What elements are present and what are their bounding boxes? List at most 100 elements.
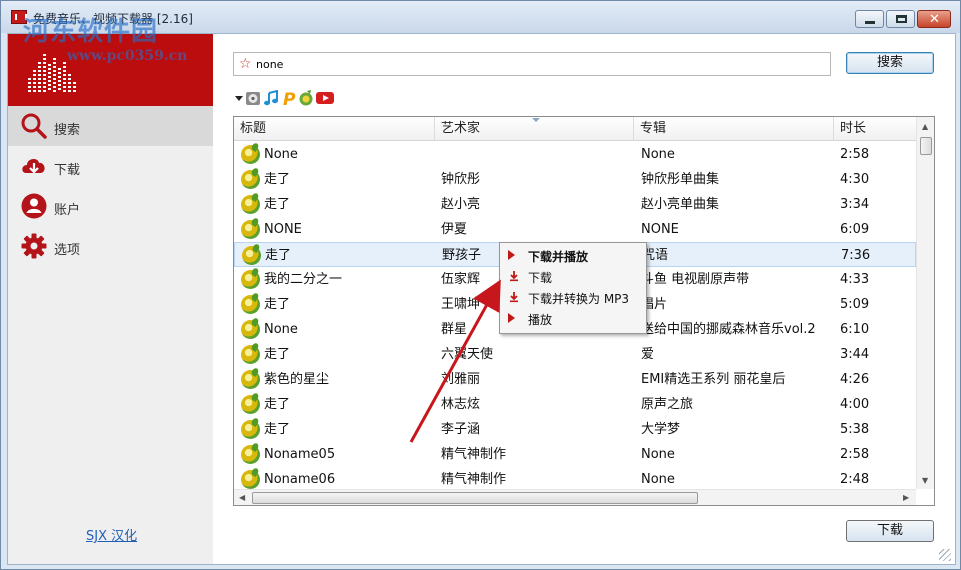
cell-artist: 林志炫: [441, 397, 481, 412]
minimize-button[interactable]: [855, 10, 884, 28]
mp3-source-icon[interactable]: [298, 90, 314, 106]
sidebar-item-download[interactable]: 下载: [8, 146, 213, 186]
download-button[interactable]: 下载: [846, 520, 934, 542]
svg-text:P: P: [283, 90, 296, 106]
close-icon: ✕: [929, 12, 940, 27]
cell-duration: 5:38: [840, 422, 870, 437]
cell-duration: 4:30: [840, 172, 870, 187]
cell-album: 赵小亮单曲集: [641, 197, 720, 212]
cell-album: 钟欣彤单曲集: [641, 172, 720, 187]
cell-artist: 赵小亮: [441, 197, 481, 212]
table-row[interactable]: Noname05 精气神制作 None 2:58: [234, 442, 916, 467]
search-button[interactable]: 搜索: [846, 52, 934, 74]
cell-album: 咒语: [642, 248, 669, 263]
cell-duration: 4:26: [840, 372, 870, 387]
watermark-text: 河东软件园: [23, 17, 159, 47]
sidebar-item-label: 搜索: [54, 123, 81, 138]
cell-album: None: [641, 447, 675, 462]
cell-title: NONE: [264, 222, 302, 237]
disc-icon[interactable]: [245, 90, 261, 106]
mp3-source-icon: [241, 270, 260, 289]
dropdown-arrow-icon[interactable]: [234, 90, 244, 106]
menu-item-label: 下载并播放: [528, 250, 589, 264]
maximize-icon: [896, 15, 907, 23]
scroll-left-icon[interactable]: ◀: [239, 493, 245, 502]
play-icon: [508, 312, 520, 324]
cell-duration: 4:33: [840, 272, 870, 287]
menu-item-download-and-play[interactable]: 下载并播放: [502, 245, 644, 266]
cell-album: None: [641, 147, 675, 162]
cell-album: 斗鱼 电视剧原声带: [641, 272, 750, 287]
pandora-icon[interactable]: P: [281, 90, 297, 106]
cell-title: 走了: [264, 422, 291, 437]
search-input[interactable]: [256, 55, 826, 73]
close-button[interactable]: ✕: [917, 10, 951, 28]
source-selector: P: [234, 90, 344, 108]
horizontal-scrollbar[interactable]: ◀ ▶: [234, 489, 916, 505]
sidebar-item-account[interactable]: 账户: [8, 186, 213, 226]
scroll-right-icon[interactable]: ▶: [903, 493, 909, 502]
mp3-source-icon: [242, 246, 261, 265]
table-row[interactable]: 走了 赵小亮 赵小亮单曲集 3:34: [234, 192, 916, 217]
table-row[interactable]: None None 2:58: [234, 142, 916, 167]
client-area: 搜索 下载 账户 选项 SJX 汉化 ☆ none 搜索 P 标题 艺术家 专辑…: [7, 33, 956, 565]
cell-album: EMI精选王系列 丽花皇后: [641, 372, 786, 387]
vertical-scrollbar[interactable]: ▲ ▼: [916, 117, 934, 489]
download-convert-icon: [510, 292, 518, 303]
table-row[interactable]: 走了 李子涵 大学梦 5:38: [234, 417, 916, 442]
table-row[interactable]: 紫色的星尘 刘雅丽 EMI精选王系列 丽花皇后 4:26: [234, 367, 916, 392]
cell-artist: 精气神制作: [441, 447, 507, 462]
youtube-icon[interactable]: [316, 90, 334, 106]
sidebar-item-options[interactable]: 选项: [8, 226, 213, 266]
sort-indicator-icon: [532, 118, 540, 122]
menu-item-download[interactable]: 下载: [502, 266, 644, 287]
cell-duration: 5:09: [840, 297, 870, 312]
mp3-source-icon: [241, 320, 260, 339]
mp3-source-icon: [241, 420, 260, 439]
resize-grip[interactable]: [939, 549, 951, 561]
menu-item-download-convert-mp3[interactable]: 下载并转换为 MP3: [502, 287, 644, 308]
menu-item-label: 播放: [528, 313, 553, 327]
table-row[interactable]: 走了 林志炫 原声之旅 4:00: [234, 392, 916, 417]
menu-item-label: 下载: [528, 271, 553, 285]
cell-title: 走了: [264, 297, 291, 312]
mp3-source-icon: [241, 295, 260, 314]
sidebar: 搜索 下载 账户 选项 SJX 汉化: [8, 34, 213, 564]
music-note-icon[interactable]: [263, 90, 279, 106]
cell-duration: 2:58: [840, 147, 870, 162]
menu-item-play[interactable]: 播放: [502, 308, 644, 329]
cell-duration: 4:00: [840, 397, 870, 412]
cell-album: 爱: [641, 347, 655, 362]
play-icon: [508, 249, 520, 261]
mp3-source-icon: [241, 145, 260, 164]
cell-artist: [441, 142, 637, 167]
column-header-album[interactable]: 专辑: [634, 117, 834, 141]
cell-artist: 伊夏: [441, 222, 468, 237]
app-window: 免费音乐、视频下载器 [2.16] ✕ 搜索 下载 账户 选项 SJX 汉化 ☆…: [0, 0, 961, 570]
table-row[interactable]: 走了 钟欣彤 钟欣彤单曲集 4:30: [234, 167, 916, 192]
sidebar-item-search[interactable]: 搜索: [8, 106, 213, 146]
vertical-scroll-thumb[interactable]: [920, 137, 932, 155]
context-menu: 下载并播放 下载 下载并转换为 MP3 播放: [499, 242, 647, 334]
table-row[interactable]: 走了 六翼天使 爱 3:44: [234, 342, 916, 367]
scroll-up-icon[interactable]: ▲: [922, 122, 928, 131]
favorite-star-icon[interactable]: ☆: [239, 56, 252, 72]
column-header-duration[interactable]: 时长: [834, 117, 916, 141]
cell-duration: 2:58: [840, 447, 870, 462]
cell-duration: 6:09: [840, 222, 870, 237]
localization-credit-link[interactable]: SJX 汉化: [86, 525, 137, 544]
mp3-source-icon: [241, 195, 260, 214]
cell-album: 送给中国的挪威森林音乐vol.2: [641, 322, 816, 337]
maximize-button[interactable]: [886, 10, 915, 28]
horizontal-scroll-thumb[interactable]: [252, 492, 698, 504]
cell-artist: 李子涵: [441, 422, 481, 437]
column-header-title[interactable]: 标题: [234, 117, 435, 141]
minimize-icon: [865, 21, 875, 24]
cell-duration: 3:44: [840, 347, 870, 362]
gear-icon: [21, 233, 47, 259]
table-row[interactable]: NONE 伊夏 NONE 6:09: [234, 217, 916, 242]
scroll-down-icon[interactable]: ▼: [922, 476, 928, 485]
search-field[interactable]: ☆: [233, 52, 831, 76]
table-header: 标题 艺术家 专辑 时长: [234, 117, 916, 141]
cell-title: None: [264, 322, 298, 337]
